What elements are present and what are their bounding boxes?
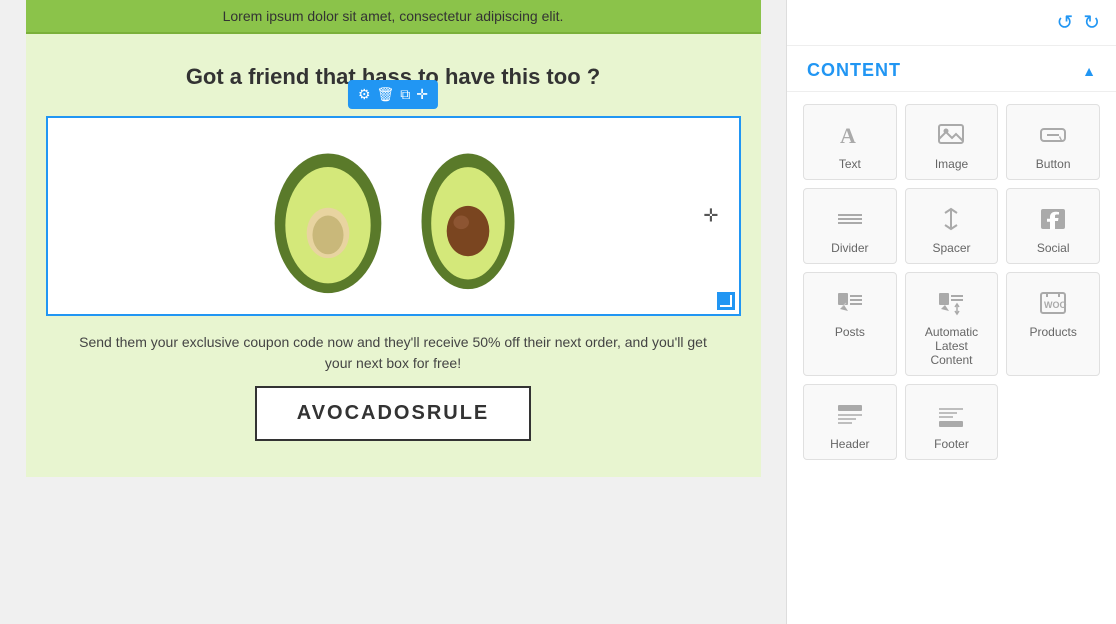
footer-icon [937,399,965,431]
sidebar-top-bar: ↺ ↻ [787,0,1116,46]
email-canvas: Lorem ipsum dolor sit amet, consectetur … [0,0,786,624]
undo-button[interactable]: ↺ [1056,10,1073,35]
email-body: Got a friend that hass to have this too … [26,34,761,477]
sidebar-item-social[interactable]: Social [1006,188,1100,264]
sidebar-item-image[interactable]: Image [905,104,999,180]
avocado-image [263,136,523,296]
image-label: Image [935,157,968,171]
products-label: Products [1029,325,1076,339]
sidebar-item-automatic-latest-content[interactable]: Automatic Latest Content [905,272,999,376]
duplicate-icon[interactable]: ⧉ [400,86,410,103]
sidebar-item-posts[interactable]: Posts [803,272,897,376]
posts-label: Posts [835,325,865,339]
footer-label: Footer [934,437,969,451]
settings-icon[interactable]: ⚙ [358,86,371,103]
content-title: CONTENT [807,60,901,81]
editor-panel: Lorem ipsum dolor sit amet, consectetur … [0,0,786,624]
avocado-left-svg [263,136,393,296]
top-banner: Lorem ipsum dolor sit amet, consectetur … [26,0,761,34]
spacer-icon [937,203,965,235]
delete-icon[interactable]: 🗑 [377,86,395,103]
sidebar-item-text[interactable]: A Text [803,104,897,180]
sidebar-item-button[interactable]: Button [1006,104,1100,180]
collapse-button[interactable]: ▲ [1082,63,1096,79]
button-label: Button [1036,157,1071,171]
undo-redo-group: ↺ ↻ [1056,10,1100,35]
move-icon[interactable]: ✛ [416,86,428,103]
spacer-label: Spacer [932,241,970,255]
promo-text[interactable]: Send them your exclusive coupon code now… [66,332,721,374]
social-icon [1039,203,1067,235]
divider-label: Divider [831,241,868,255]
avocado-right-svg [413,139,523,294]
sidebar-item-products[interactable]: WOO Products [1006,272,1100,376]
content-header: CONTENT ▲ [787,46,1116,92]
resize-handle[interactable] [717,292,735,310]
divider-icon [836,203,864,235]
image-block-wrapper: ⚙ 🗑 ⧉ ✛ [46,116,741,316]
svg-text:A: A [840,123,856,148]
sidebar-item-footer[interactable]: Footer [905,384,999,460]
posts-icon [836,287,864,319]
content-grid: A Text Image [787,92,1116,472]
top-banner-text: Lorem ipsum dolor sit amet, consectetur … [223,8,564,24]
redo-button[interactable]: ↻ [1083,10,1100,35]
sidebar-item-header[interactable]: Header [803,384,897,460]
coupon-btn-wrapper: AVOCADOSRULE [46,386,741,441]
coupon-button[interactable]: AVOCADOSRULE [255,386,532,441]
social-label: Social [1037,241,1070,255]
header-icon [836,399,864,431]
button-icon [1039,119,1067,151]
automatic-latest-content-icon [937,287,965,319]
sidebar-item-spacer[interactable]: Spacer [905,188,999,264]
block-toolbar: ⚙ 🗑 ⧉ ✛ [348,80,438,109]
automatic-latest-content-label: Automatic Latest Content [914,325,990,367]
sidebar: ↺ ↻ CONTENT ▲ A Text Image [786,0,1116,624]
products-icon: WOO [1039,287,1067,319]
svg-text:WOO: WOO [1044,300,1067,310]
crosshair-icon[interactable]: ✛ [703,206,718,227]
text-label: Text [839,157,861,171]
sidebar-item-divider[interactable]: Divider [803,188,897,264]
image-block[interactable]: ✛ [46,116,741,316]
image-icon [937,119,965,151]
header-label: Header [830,437,869,451]
text-icon: A [836,119,864,151]
